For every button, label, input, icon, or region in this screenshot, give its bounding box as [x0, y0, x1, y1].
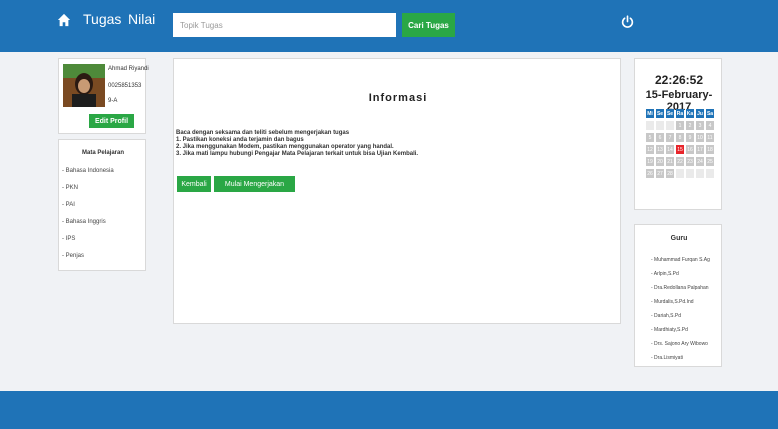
calendar-day[interactable]: 15	[676, 145, 684, 154]
calendar-day[interactable]: 5	[646, 133, 654, 142]
calendar-day[interactable]: 28	[666, 169, 674, 178]
calendar-day[interactable]: 1	[676, 121, 684, 130]
teacher-item: - Murdalis,S.Pd.Ind	[651, 299, 694, 305]
instruction-line: 3. Jika mati lampu hubungi Pengajar Mata…	[176, 151, 419, 157]
clock-panel: 22:26:52 15-February-2017 Mi Se Se Ra Ka Ju Sa…	[634, 58, 722, 210]
avatar	[63, 64, 105, 107]
calendar-empty-cell	[656, 121, 664, 130]
calendar-day[interactable]: 27	[656, 169, 664, 178]
start-button[interactable]: Mulai Mengerjakan	[214, 176, 295, 192]
calendar-day[interactable]: 7	[666, 133, 674, 142]
subject-item[interactable]: - Penjas	[62, 253, 84, 259]
calendar-day-header: Ju	[696, 109, 704, 118]
calendar-day[interactable]: 4	[706, 121, 714, 130]
instruction-line: Baca dengan seksama dan teliti sebelum m…	[176, 130, 350, 136]
footer-bar	[0, 391, 778, 429]
profile-panel: Ahmad Riyandi 0025851353 9-A Edit Profil	[58, 58, 149, 134]
instruction-line: 2. Jika menggunakan Modem, pastikan meng…	[176, 144, 394, 150]
calendar-day[interactable]: 18	[706, 145, 714, 154]
calendar-empty-cell	[666, 121, 674, 130]
profile-class: 9-A	[108, 98, 118, 104]
teacher-item: - Drs. Sajono Ary Wibowo	[651, 341, 708, 347]
calendar-day[interactable]: 22	[676, 157, 684, 166]
calendar-day-header: Se	[666, 109, 674, 118]
calendar-day[interactable]: 12	[646, 145, 654, 154]
power-icon[interactable]	[621, 15, 634, 28]
clock-time: 22:26:52	[654, 73, 704, 87]
subjects-panel: Mata Pelajaran - Bahasa Indonesia - PKN …	[58, 139, 146, 271]
calendar-day-header: Mi	[646, 109, 654, 118]
nav-link-nilai[interactable]: Nilai	[128, 11, 155, 27]
calendar-day[interactable]: 11	[706, 133, 714, 142]
calendar-day[interactable]: 20	[656, 157, 664, 166]
calendar-day[interactable]: 24	[696, 157, 704, 166]
calendar-day-header: Ra	[676, 109, 684, 118]
teacher-item: - Mardhiaty,S.Pd	[651, 327, 688, 333]
calendar-day[interactable]: 9	[686, 133, 694, 142]
nav-link-tugas[interactable]: Tugas	[83, 11, 121, 27]
calendar-day[interactable]: 6	[656, 133, 664, 142]
back-button[interactable]: Kembali	[177, 176, 211, 192]
profile-name: Ahmad Riyandi	[108, 66, 149, 72]
calendar-day[interactable]: 13	[656, 145, 664, 154]
teachers-panel: Guru - Muhammad Furqan S.Ag - Arlpin,S.P…	[634, 224, 722, 367]
search-button[interactable]: Cari Tugas	[402, 13, 455, 37]
calendar-day-header: Se	[656, 109, 664, 118]
calendar-day[interactable]: 14	[666, 145, 674, 154]
calendar-empty-cell	[686, 169, 694, 178]
calendar-empty-cell	[696, 169, 704, 178]
calendar-day[interactable]: 23	[686, 157, 694, 166]
calendar-day[interactable]: 21	[666, 157, 674, 166]
subject-item[interactable]: - PKN	[62, 185, 78, 191]
teacher-item: - Dra.Lismiyati	[651, 355, 683, 361]
calendar-day[interactable]: 10	[696, 133, 704, 142]
calendar-day[interactable]: 19	[646, 157, 654, 166]
search-input[interactable]	[173, 13, 396, 37]
calendar-empty-cell	[676, 169, 684, 178]
teacher-item: - Dra.Redollana Palpahan	[651, 285, 709, 291]
calendar-day-header: Ka	[686, 109, 694, 118]
instruction-line: 1. Pastikan koneksi anda terjamin dan ba…	[176, 137, 304, 143]
subject-item[interactable]: - IPS	[62, 236, 75, 242]
profile-nis: 0025851353	[108, 83, 142, 89]
info-panel: Informasi Baca dengan seksama dan teliti…	[173, 58, 621, 324]
calendar-day[interactable]: 8	[676, 133, 684, 142]
edit-profile-button[interactable]: Edit Profil	[89, 114, 134, 128]
calendar-empty-cell	[646, 121, 654, 130]
calendar-day-header: Sa	[706, 109, 714, 118]
calendar-empty-cell	[706, 169, 714, 178]
home-icon[interactable]	[57, 13, 71, 27]
info-title: Informasi	[368, 92, 428, 104]
subject-item[interactable]: - Bahasa Indonesia	[62, 168, 114, 174]
teachers-title: Guru	[670, 235, 688, 242]
teacher-item: - Arlpin,S.Pd	[651, 271, 679, 277]
subject-item[interactable]: - PAI	[62, 202, 75, 208]
teacher-item: - Muhammad Furqan S.Ag	[651, 257, 710, 263]
calendar-day[interactable]: 17	[696, 145, 704, 154]
top-navbar: Tugas Nilai Cari Tugas	[0, 0, 778, 52]
calendar-day[interactable]: 25	[706, 157, 714, 166]
teacher-item: - Dariah,S.Pd	[651, 313, 682, 319]
calendar-day[interactable]: 26	[646, 169, 654, 178]
subject-item[interactable]: - Bahasa Inggris	[62, 219, 106, 225]
subjects-title: Mata Pelajaran	[81, 150, 125, 156]
calendar-day[interactable]: 16	[686, 145, 694, 154]
calendar-day[interactable]: 3	[696, 121, 704, 130]
calendar-day[interactable]: 2	[686, 121, 694, 130]
